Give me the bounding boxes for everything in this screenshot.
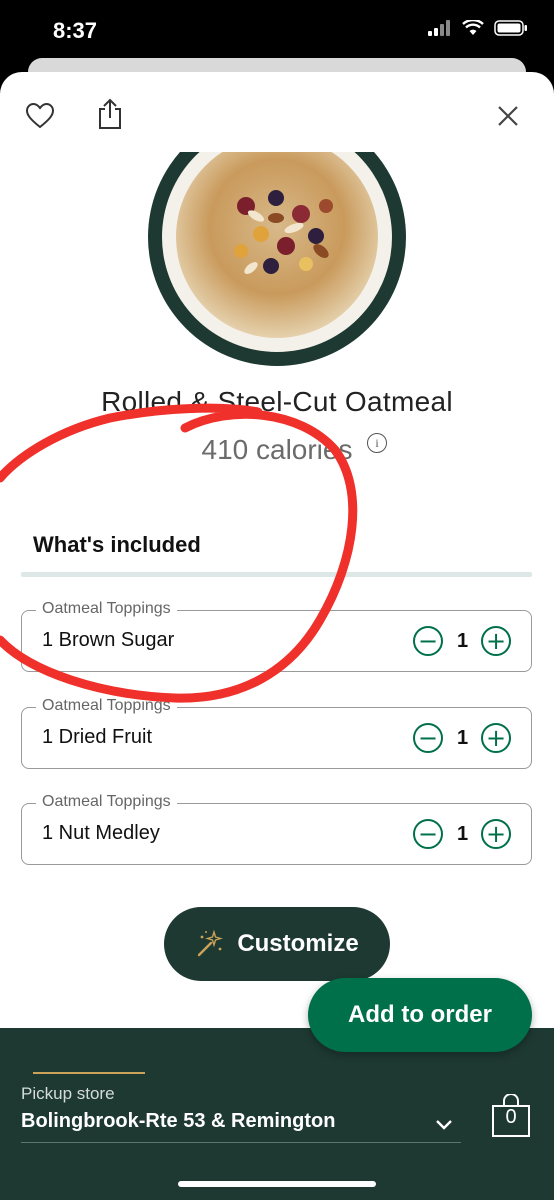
store-underline [21,1142,461,1143]
product-title: Rolled & Steel-Cut Oatmeal [101,386,453,417]
product-calories: 410 calories [201,434,353,465]
section-divider [21,572,532,577]
status-bar: 8:37 [0,0,554,60]
quantity-value: 1 [457,629,469,652]
pickup-label: Pickup store [21,1084,115,1103]
tab-indicator [33,1072,145,1074]
plus-icon[interactable]: + [481,626,511,656]
quantity-value: 1 [457,726,469,749]
customize-button[interactable]: Customize [164,907,390,981]
share-icon [99,98,121,129]
topping-field[interactable]: Oatmeal Toppings 1 Dried Fruit − 1 + [21,697,532,769]
quantity-value: 1 [457,822,469,845]
battery-icon [494,20,527,36]
topping-field[interactable]: Oatmeal Toppings 1 Brown Sugar − 1 + [21,600,532,672]
customize-label: Customize [237,930,359,957]
topping-value: 1 Brown Sugar [42,629,175,651]
home-indicator [178,1181,376,1187]
close-button[interactable] [488,96,528,136]
section-title: What's included [33,532,201,557]
minus-icon[interactable]: − [413,723,443,753]
share-button[interactable] [90,94,130,134]
topping-value: 1 Dried Fruit [42,726,153,748]
oatmeal-toppings-art [234,190,333,274]
chevron-down-icon[interactable] [432,1112,456,1136]
quantity-stepper: − 1 + [413,819,511,849]
info-icon[interactable]: i [367,433,387,453]
topping-legend: Oatmeal Toppings [36,793,177,811]
sparkle-wand-icon [198,929,224,957]
product-sheet: Rolled & Steel-Cut Oatmeal 410 calories … [0,72,554,1200]
topping-value: 1 Nut Medley [42,822,160,844]
bag-count: 0 [505,1106,517,1128]
wifi-icon [462,20,484,35]
status-icons [428,20,528,36]
quantity-stepper: − 1 + [413,626,511,656]
favorite-button[interactable] [20,96,60,136]
minus-icon[interactable]: − [413,819,443,849]
topping-field[interactable]: Oatmeal Toppings 1 Nut Medley − 1 + [21,793,532,865]
plus-icon[interactable]: + [481,723,511,753]
heart-icon [26,103,54,129]
close-icon [498,106,518,126]
topping-legend: Oatmeal Toppings [36,697,177,715]
plus-icon[interactable]: + [481,819,511,849]
quantity-stepper: − 1 + [413,723,511,753]
minus-icon[interactable]: − [413,626,443,656]
signal-icon [428,20,450,36]
topping-legend: Oatmeal Toppings [36,600,177,618]
add-to-order-button[interactable]: Add to order [308,978,532,1052]
store-selector[interactable]: Bolingbrook-Rte 53 & Remington [21,1110,335,1133]
product-image [148,152,406,366]
status-time: 8:37 [53,18,98,43]
